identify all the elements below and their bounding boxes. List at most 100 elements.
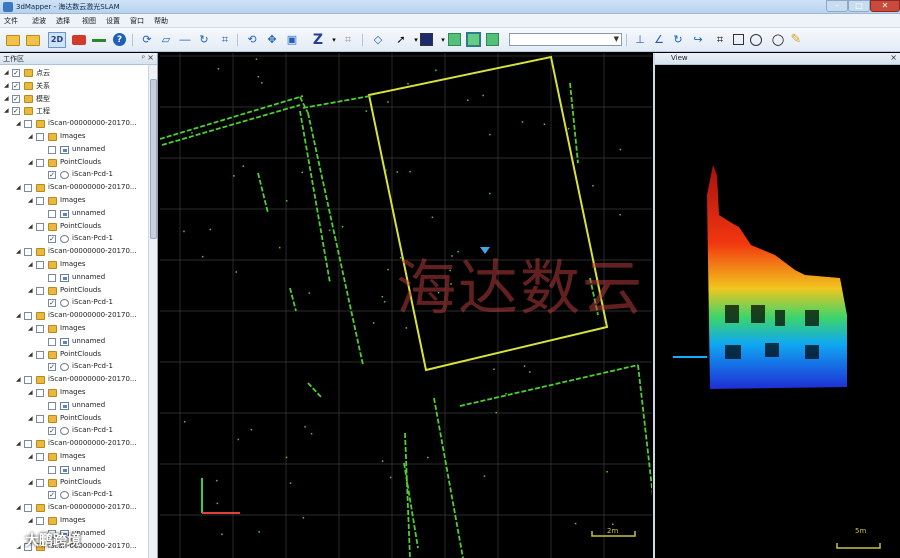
menu-help[interactable]: 帮助	[154, 16, 168, 26]
tree-item-checkbox[interactable]: ✓	[48, 491, 56, 500]
tree-item-checkbox[interactable]	[36, 133, 44, 141]
expand-arrow-icon[interactable]: ◢	[28, 453, 34, 460]
expand-arrow-icon[interactable]: ◢	[4, 69, 10, 76]
tree-item[interactable]: ✓ iScan-Pcd-1	[0, 361, 148, 374]
tree-item[interactable]: unnamed	[0, 464, 148, 477]
tree-item[interactable]: ◢ iScan-00000000-20170...	[0, 118, 148, 131]
tree-item-checkbox[interactable]: ✓	[12, 69, 20, 77]
tree-item[interactable]: ◢ PointClouds	[0, 285, 148, 298]
tree-item[interactable]: ✓ iScan-Pcd-1	[0, 297, 148, 310]
expand-arrow-icon[interactable]: ◢	[16, 312, 22, 319]
tree-item-checkbox[interactable]	[36, 517, 44, 525]
render-mode-2-button[interactable]	[466, 32, 481, 47]
tree-item-checkbox[interactable]: ✓	[48, 299, 56, 308]
menu-settings[interactable]: 设置	[106, 16, 120, 26]
tree-item-checkbox[interactable]	[24, 504, 32, 513]
tree-item-checkbox[interactable]	[48, 273, 56, 282]
tree-item-checkbox[interactable]	[48, 337, 56, 346]
maximize-button[interactable]: □	[848, 0, 870, 12]
eraser-icon[interactable]: ◇	[370, 32, 386, 48]
tree-item[interactable]: ◢ PointClouds	[0, 413, 148, 426]
tree-item[interactable]: ◢ Images	[0, 387, 148, 400]
tree-item-checkbox[interactable]	[36, 325, 44, 333]
tree-scrollbar[interactable]	[148, 65, 157, 558]
minimize-button[interactable]: –	[826, 0, 848, 12]
expand-arrow-icon[interactable]: ◢	[28, 223, 34, 230]
box-view-icon[interactable]: ▣	[284, 32, 300, 48]
tree-item-checkbox[interactable]	[24, 376, 32, 385]
expand-arrow-icon[interactable]: ◢	[28, 517, 34, 524]
render-mode-1-button[interactable]	[448, 33, 461, 46]
expand-arrow-icon[interactable]: ◢	[28, 133, 34, 140]
expand-arrow-icon[interactable]: ◢	[28, 325, 34, 332]
tree-item[interactable]: ◢ ✓ 关系	[0, 80, 148, 93]
tree-item[interactable]: ◢ PointClouds	[0, 221, 148, 234]
tree-item-checkbox[interactable]	[48, 145, 56, 154]
measure-angle-icon[interactable]: ∠	[651, 32, 667, 48]
tree-item-checkbox[interactable]: ✓	[12, 81, 20, 90]
tree-item[interactable]: ✓ iScan-Pcd-1	[0, 425, 148, 438]
tree-item-checkbox[interactable]: ✓	[48, 427, 56, 436]
tree-item-checkbox[interactable]	[36, 350, 44, 359]
expand-arrow-icon[interactable]: ◢	[28, 351, 34, 358]
tree-item-checkbox[interactable]	[36, 478, 44, 487]
expand-arrow-icon[interactable]: ◢	[28, 197, 34, 204]
expand-arrow-icon[interactable]: ◢	[28, 479, 34, 486]
tree-item[interactable]: ◢ Images	[0, 259, 148, 272]
close-side-view-icon[interactable]: ×	[890, 53, 897, 62]
expand-arrow-icon[interactable]: ◢	[16, 440, 22, 447]
expand-arrow-icon[interactable]: ◢	[28, 389, 34, 396]
tree-item[interactable]: unnamed	[0, 400, 148, 413]
scrollbar-thumb[interactable]	[150, 79, 157, 239]
tree-item[interactable]: ✓ iScan-Pcd-1	[0, 489, 148, 502]
path-icon[interactable]: ↪	[690, 32, 706, 48]
measure-axis-icon[interactable]: ⊥	[632, 32, 648, 48]
help-icon[interactable]: ?	[113, 33, 126, 46]
expand-arrow-icon[interactable]: ◢	[28, 287, 34, 294]
tree-item-checkbox[interactable]	[36, 453, 44, 461]
menu-filter[interactable]: 滤波	[32, 16, 46, 26]
tree-item[interactable]: ✓ iScan-Pcd-1	[0, 233, 148, 246]
expand-arrow-icon[interactable]: ◢	[4, 95, 10, 102]
tree-item[interactable]: ◢ PointClouds	[0, 157, 148, 170]
tree-item-checkbox[interactable]	[36, 197, 44, 205]
tree-item-checkbox[interactable]	[36, 222, 44, 231]
pointer-icon[interactable]: ➚	[393, 32, 409, 48]
tree-item-checkbox[interactable]	[36, 414, 44, 423]
menu-file[interactable]: 文件	[4, 16, 18, 26]
tree-item[interactable]: ◢ iScan-00000000-20170...	[0, 438, 148, 451]
tree-item[interactable]: ◢ iScan-00000000-20170...	[0, 374, 148, 387]
line-tool-icon[interactable]	[92, 39, 106, 42]
rectangle-select-icon[interactable]	[733, 34, 744, 45]
tree-item[interactable]: ◢ iScan-00000000-20170...	[0, 310, 148, 323]
tree-item[interactable]: ◢ ✓ 模型	[0, 93, 148, 106]
tree-item[interactable]: ◢ iScan-00000000-20170...	[0, 502, 148, 515]
tree-item-checkbox[interactable]	[48, 401, 56, 410]
tree-item-checkbox[interactable]	[24, 184, 32, 193]
expand-arrow-icon[interactable]: ◢	[4, 82, 10, 89]
grid-toggle-icon[interactable]: ⌗	[712, 32, 728, 48]
refresh-icon[interactable]: ⟳	[139, 32, 155, 48]
tree-item-checkbox[interactable]	[36, 261, 44, 269]
move-icon[interactable]: ✥	[264, 32, 280, 48]
tree-item[interactable]: ◢ iScan-00000000-20170...	[0, 246, 148, 259]
tree-item-checkbox[interactable]: ✓	[48, 171, 56, 180]
tree-item[interactable]: ◢ ✓ 工程	[0, 105, 148, 118]
menu-window[interactable]: 窗口	[130, 16, 144, 26]
open-folder-icon[interactable]	[26, 35, 40, 46]
close-window-button[interactable]: ✕	[870, 0, 900, 12]
tree-item[interactable]: ◢ PointClouds	[0, 349, 148, 362]
tree-item[interactable]: ◢ PointClouds	[0, 477, 148, 490]
tree-item[interactable]: ◢ Images	[0, 451, 148, 464]
tree-item[interactable]: unnamed	[0, 144, 148, 157]
polygon-select-icon[interactable]: ◯	[770, 32, 786, 48]
tree-item-checkbox[interactable]	[48, 465, 56, 474]
z-axis-button[interactable]: Z	[310, 32, 326, 48]
tree-item-checkbox[interactable]	[24, 120, 32, 129]
record-icon[interactable]	[72, 35, 86, 45]
tree-item[interactable]: ◢ Images	[0, 195, 148, 208]
tree-item[interactable]: unnamed	[0, 208, 148, 221]
view-2d-button[interactable]: 2D	[48, 32, 66, 48]
grid-snap-icon[interactable]: ⌗	[217, 32, 233, 48]
expand-arrow-icon[interactable]: ◢	[4, 107, 10, 114]
